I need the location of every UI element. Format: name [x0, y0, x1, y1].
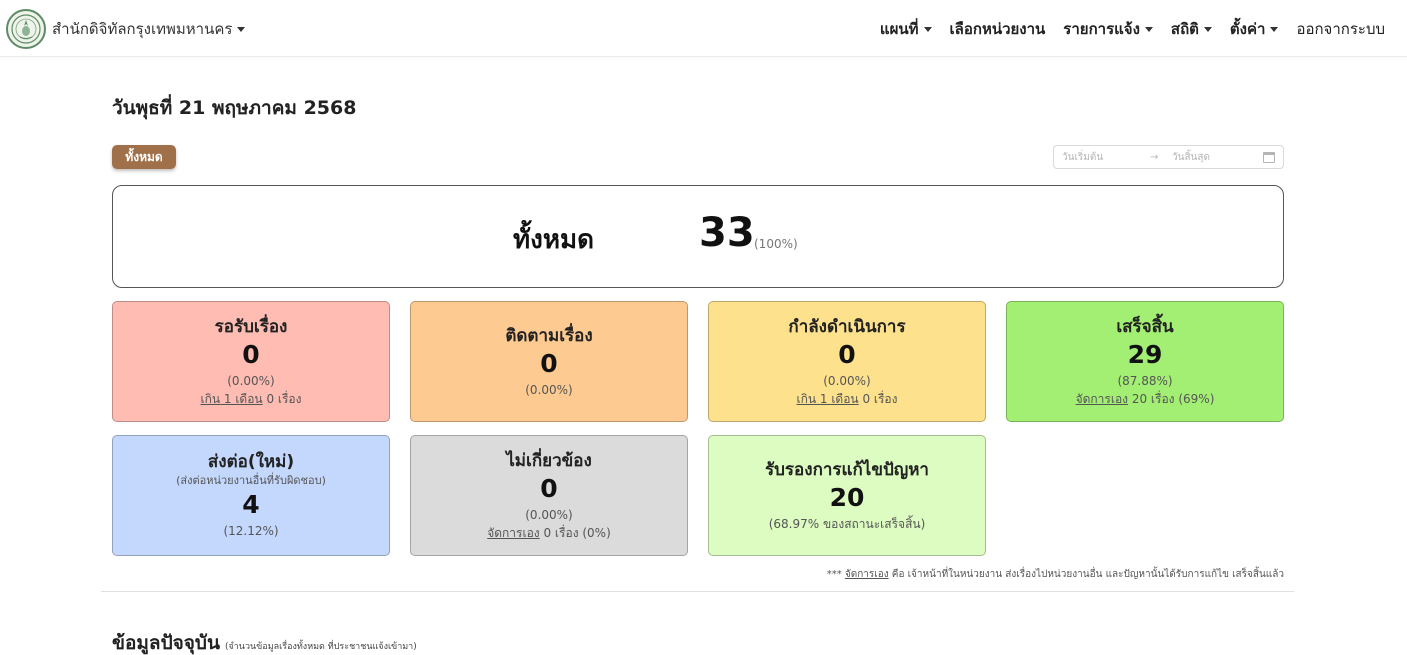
- card-title: ติดตามเรื่อง: [505, 325, 593, 346]
- card-extra-count: 0 เรื่อง: [262, 391, 302, 406]
- over-one-month-link[interactable]: เกิน 1 เดือน: [200, 392, 262, 406]
- caret-down-icon: [1203, 26, 1212, 32]
- card-title: รอรับเรื่อง: [214, 316, 288, 337]
- card-percent: (0.00%): [227, 373, 275, 388]
- card-percent: (0.00%): [525, 382, 573, 397]
- nav-item-label: สถิติ: [1170, 20, 1199, 38]
- card-extra: เกิน 1 เดือน 0 เรื่อง: [200, 390, 301, 408]
- status-card-certified[interactable]: รับรองการแก้ไขปัญหา 20 (68.97% ของสถานะเ…: [708, 435, 986, 556]
- footnote-text: คือ เจ้าหน้าที่ในหน่วยงาน ส่งเรื่องไปหน่…: [888, 569, 1284, 580]
- nav-item-logout[interactable]: ออกจากระบบ: [1296, 17, 1385, 41]
- status-card-pending[interactable]: รอรับเรื่อง 0 (0.00%) เกิน 1 เดือน 0 เรื…: [112, 301, 390, 422]
- card-value: 0: [540, 473, 558, 503]
- card-extra-count: 0 เรื่อง: [858, 391, 898, 406]
- card-percent: (12.12%): [223, 524, 279, 538]
- card-value: 0: [242, 339, 260, 369]
- card-percent: (0.00%): [525, 507, 573, 522]
- card-extra: จัดการเอง 20 เรื่อง (69%): [1076, 390, 1215, 408]
- brand-dropdown[interactable]: สำนักดิจิทัลกรุงเทพมหานคร: [6, 9, 246, 49]
- card-value: 4: [242, 490, 260, 519]
- section-divider: [101, 591, 1294, 592]
- self-managed-link[interactable]: จัดการเอง: [487, 526, 539, 540]
- card-value: 0: [540, 348, 558, 378]
- nav-item-label: แผนที่: [879, 20, 919, 38]
- calendar-icon: [1263, 151, 1275, 163]
- over-one-month-link[interactable]: เกิน 1 เดือน: [796, 392, 858, 406]
- status-card-irrelevant[interactable]: ไม่เกี่ยวข้อง 0 (0.00%) จัดการเอง 0 เรื่…: [410, 435, 688, 556]
- end-date-input[interactable]: วันสิ้นสุด: [1172, 150, 1263, 165]
- brand-label: สำนักดิจิทัลกรุงเทพมหานคร: [52, 17, 246, 41]
- nav-item-select-agency[interactable]: เลือกหน่วยงาน: [950, 17, 1046, 41]
- card-title: รับรองการแก้ไขปัญหา: [765, 459, 929, 480]
- footnote-link[interactable]: จัดการเอง: [845, 569, 889, 580]
- start-date-input[interactable]: วันเริ่มต้น: [1062, 150, 1150, 165]
- footnote-prefix: ***: [826, 569, 845, 580]
- total-percent: (100%): [754, 237, 798, 251]
- arrow-right-icon: →: [1150, 151, 1159, 163]
- card-subtitle: (ส่งต่อหน่วยงานอื่นที่รับผิดชอบ): [176, 474, 326, 487]
- status-card-done[interactable]: เสร็จสิ้น 29 (87.88%) จัดการเอง 20 เรื่อ…: [1006, 301, 1284, 422]
- card-title: กำลังดำเนินการ: [788, 316, 906, 337]
- card-percent: (68.97% ของสถานะเสร็จสิ้น): [768, 516, 926, 531]
- total-value: 33: [699, 210, 755, 256]
- nav-item-statistics[interactable]: สถิติ: [1171, 17, 1212, 41]
- current-data-title: ข้อมูลปัจจุบัน: [112, 632, 220, 654]
- status-card-forward[interactable]: ส่งต่อ(ใหม่) (ส่งต่อหน่วยงานอื่นที่รับผิ…: [112, 435, 390, 556]
- card-title: เสร็จสิ้น: [1116, 316, 1174, 337]
- caret-down-icon: [923, 26, 932, 32]
- self-managed-link[interactable]: จัดการเอง: [1076, 392, 1128, 406]
- card-extra: จัดการเอง 0 เรื่อง (0%): [487, 524, 611, 542]
- card-title: ส่งต่อ(ใหม่): [207, 452, 295, 472]
- current-data-subtitle: (จำนวนข้อมูลเรื่องทั้งหมด ที่ประชาชนแจ้ง…: [224, 642, 417, 652]
- status-card-follow[interactable]: ติดตามเรื่อง 0 (0.00%): [410, 301, 688, 422]
- current-data-heading: ข้อมูลปัจจุบัน (จำนวนข้อมูลเรื่องทั้งหมด…: [112, 628, 417, 655]
- caret-down-icon: [1144, 26, 1153, 32]
- nav-menu: แผนที่ เลือกหน่วยงาน รายการแจ้ง สถิติ ตั…: [862, 17, 1385, 41]
- total-summary-box: ทั้งหมด 33 (100%): [112, 185, 1284, 288]
- brand-name: สำนักดิจิทัลกรุงเทพมหานคร: [52, 20, 233, 38]
- card-extra-count: 20 เรื่อง (69%): [1128, 391, 1215, 406]
- nav-item-label: เลือกหน่วยงาน: [949, 20, 1046, 38]
- card-value: 20: [829, 482, 865, 512]
- card-percent: (87.88%): [1117, 373, 1173, 388]
- status-card-in-progress[interactable]: กำลังดำเนินการ 0 (0.00%) เกิน 1 เดือน 0 …: [708, 301, 986, 422]
- card-value: 0: [838, 339, 856, 369]
- card-percent: (0.00%): [823, 373, 871, 388]
- nav-item-label: ออกจากระบบ: [1296, 20, 1385, 38]
- card-extra-count: 0 เรื่อง (0%): [539, 525, 611, 540]
- card-title: ไม่เกี่ยวข้อง: [506, 450, 592, 471]
- total-label: ทั้งหมด: [513, 225, 594, 255]
- nav-item-label: ตั้งค่า: [1229, 20, 1266, 38]
- nav-item-label: รายการแจ้ง: [1063, 20, 1140, 38]
- card-extra: เกิน 1 เดือน 0 เรื่อง: [796, 390, 897, 408]
- card-value: 29: [1127, 339, 1163, 369]
- navbar: สำนักดิจิทัลกรุงเทพมหานคร แผนที่ เลือกหน…: [0, 0, 1407, 57]
- caret-down-icon: [1270, 26, 1279, 32]
- nav-item-reports[interactable]: รายการแจ้ง: [1063, 17, 1153, 41]
- date-range-picker[interactable]: วันเริ่มต้น → วันสิ้นสุด: [1053, 145, 1284, 169]
- filter-all-button[interactable]: ทั้งหมด: [112, 145, 176, 169]
- nav-item-settings[interactable]: ตั้งค่า: [1230, 17, 1279, 41]
- bangkok-seal-logo: [6, 9, 46, 49]
- page-date-title: วันพุธที่ 21 พฤษภาคม 2568: [112, 97, 357, 119]
- nav-item-map[interactable]: แผนที่: [880, 17, 932, 41]
- self-managed-footnote: *** จัดการเอง คือ เจ้าหน้าที่ในหน่วยงาน …: [827, 567, 1284, 582]
- caret-down-icon: [237, 26, 246, 32]
